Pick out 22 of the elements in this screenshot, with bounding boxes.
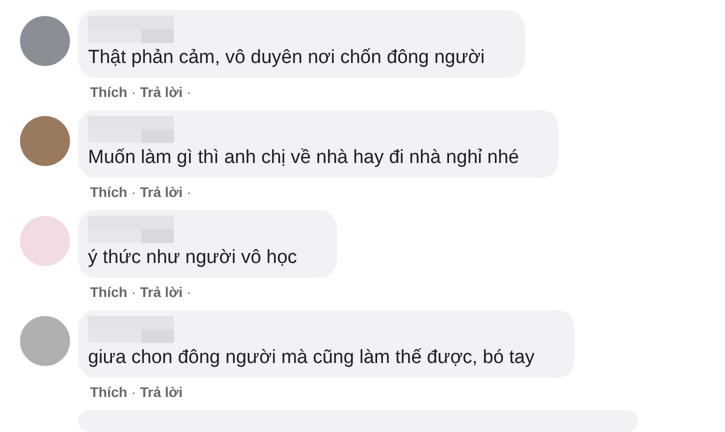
comment-text: Thật phản cảm, vô duyên nơi chốn đông người (88, 47, 485, 69)
avatar[interactable] (20, 316, 70, 366)
separator-dot: · (131, 184, 136, 200)
action-link[interactable]: Trả lời (140, 184, 183, 200)
action-link[interactable]: Thích (90, 84, 128, 100)
comment-text: Muốn làm gì thì anh chị về nhà hay đi nhà nghỉ nhé (88, 147, 519, 169)
action-link[interactable]: Trả lời (140, 284, 183, 300)
avatar[interactable] (20, 16, 70, 66)
separator-dot: · (131, 84, 136, 100)
separator-dot: · (186, 284, 192, 300)
action-link[interactable]: Thích (90, 184, 128, 200)
avatar[interactable] (20, 116, 70, 166)
separator-dot: · (131, 384, 136, 400)
separator-dot: · (131, 284, 136, 300)
separator-dot: · (186, 84, 192, 100)
separator-dot: · (186, 184, 192, 200)
comment-text: giưa chon đông người mà cũng làm thế được, bó tay (88, 347, 534, 369)
action-link[interactable]: Trả lời (140, 84, 183, 100)
action-link[interactable]: Thích (90, 284, 128, 300)
comment-text: ý thức như người vô học (88, 247, 298, 269)
action-link[interactable]: Trả lời (140, 384, 183, 400)
action-link[interactable]: Thích (90, 384, 128, 400)
